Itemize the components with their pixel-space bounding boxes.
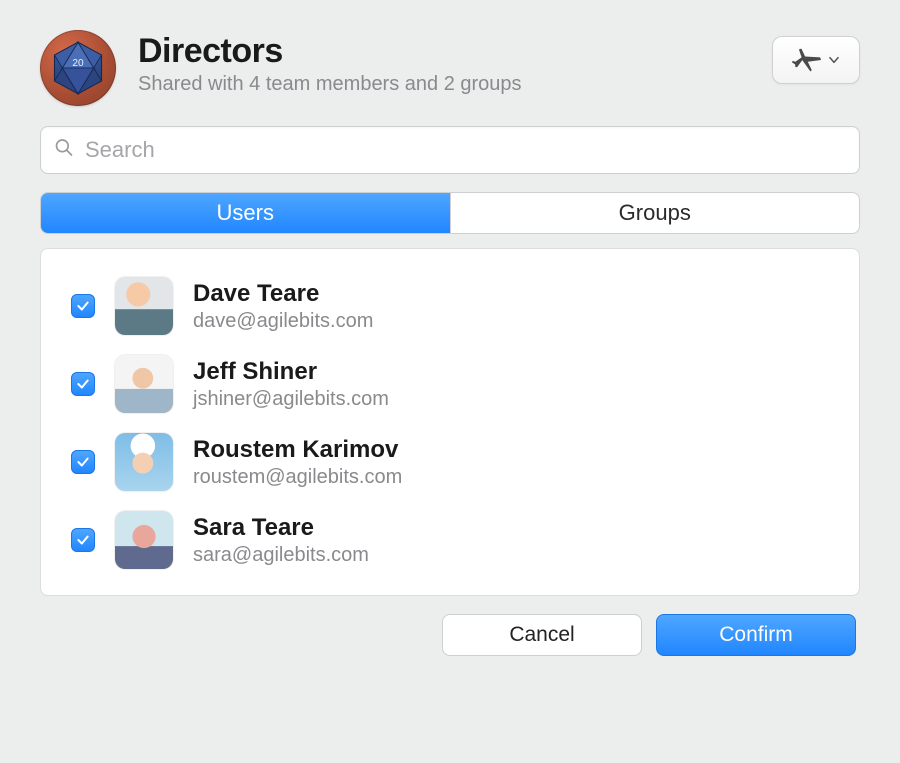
user-text: Sara Teare sara@agilebits.com — [193, 514, 369, 567]
avatar — [115, 277, 173, 335]
confirm-button[interactable]: Confirm — [656, 614, 856, 656]
header-text: Directors Shared with 4 team members and… — [138, 30, 750, 96]
avatar — [115, 511, 173, 569]
user-text: Jeff Shiner jshiner@agilebits.com — [193, 358, 389, 411]
svg-text:20: 20 — [72, 58, 84, 69]
check-icon — [76, 533, 90, 547]
user-name: Sara Teare — [193, 514, 369, 542]
cancel-button[interactable]: Cancel — [442, 614, 642, 656]
user-text: Roustem Karimov roustem@agilebits.com — [193, 436, 402, 489]
check-icon — [76, 299, 90, 313]
tab-users[interactable]: Users — [41, 193, 450, 233]
checkbox[interactable] — [71, 450, 95, 474]
avatar — [115, 433, 173, 491]
user-email: sara@agilebits.com — [193, 544, 369, 567]
list-item[interactable]: Sara Teare sara@agilebits.com — [61, 503, 849, 581]
check-icon — [76, 455, 90, 469]
users-list: Dave Teare dave@agilebits.com Jeff Shine… — [40, 248, 860, 596]
user-name: Jeff Shiner — [193, 358, 389, 386]
list-item[interactable]: Roustem Karimov roustem@agilebits.com — [61, 425, 849, 503]
checkbox[interactable] — [71, 528, 95, 552]
dialog-subtitle: Shared with 4 team members and 2 groups — [138, 73, 750, 96]
user-text: Dave Teare dave@agilebits.com — [193, 280, 373, 333]
check-icon — [76, 377, 90, 391]
d20-icon: 20 — [50, 40, 106, 96]
user-name: Dave Teare — [193, 280, 373, 308]
checkbox[interactable] — [71, 294, 95, 318]
user-email: dave@agilebits.com — [193, 310, 373, 333]
dialog-title: Directors — [138, 32, 750, 71]
user-email: jshiner@agilebits.com — [193, 388, 389, 411]
tab-groups[interactable]: Groups — [450, 193, 860, 233]
chevron-down-icon — [827, 53, 841, 67]
list-item[interactable]: Dave Teare dave@agilebits.com — [61, 269, 849, 347]
search-icon — [54, 138, 74, 163]
dialog-footer: Cancel Confirm — [40, 614, 860, 656]
list-item[interactable]: Jeff Shiner jshiner@agilebits.com — [61, 347, 849, 425]
avatar — [115, 355, 173, 413]
segmented-control: Users Groups — [40, 192, 860, 234]
group-avatar: 20 — [40, 30, 116, 106]
share-dialog: 20 Directors Shared with 4 team members … — [0, 0, 900, 676]
checkbox[interactable] — [71, 372, 95, 396]
travel-mode-button[interactable] — [772, 36, 860, 84]
airplane-icon — [791, 45, 821, 75]
search-input[interactable] — [40, 126, 860, 174]
dialog-header: 20 Directors Shared with 4 team members … — [40, 30, 860, 106]
user-name: Roustem Karimov — [193, 436, 402, 464]
search-field-wrap — [40, 126, 860, 174]
user-email: roustem@agilebits.com — [193, 466, 402, 489]
